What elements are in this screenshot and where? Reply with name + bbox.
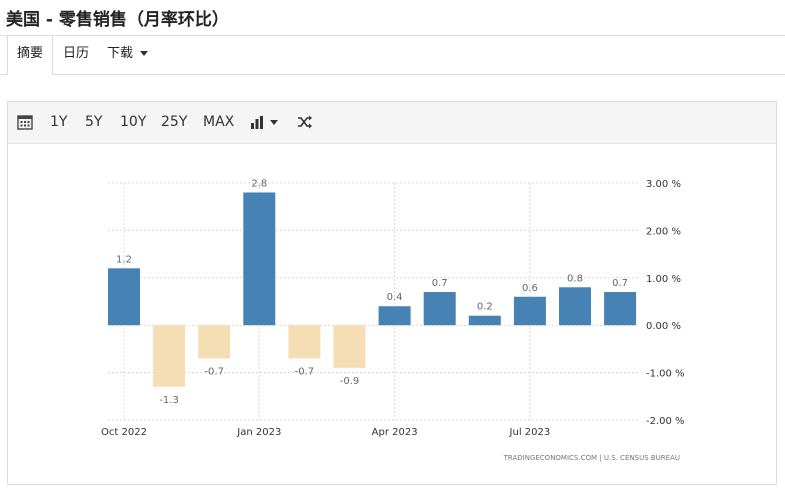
tab-download[interactable]: 下载 [98,36,157,74]
x-tick-label: Jul 2023 [509,427,551,438]
bar [243,192,276,326]
data-label: 0.7 [432,278,448,289]
data-label: 1.2 [116,254,132,265]
chevron-down-icon [140,51,149,56]
tab-bar: 摘要 日历 下载 [0,35,785,75]
tab-summary-label: 摘要 [17,46,44,61]
data-label: 0.6 [522,283,538,294]
bar [559,287,591,326]
chart-panel: 1Y 5Y 10Y 25Y MAX 3.00 % 2.00 % 1.00 % 0.00… [7,101,777,485]
source-label: TRADINGECONOMICS.COM | U.S. CENSUS BUREA… [503,454,680,462]
bar [333,325,366,368]
bar [378,306,411,326]
x-tick-label: Jan 2023 [236,427,281,438]
y-tick-label: -2.00 % [646,416,685,427]
bar [108,268,140,326]
data-label: -0.7 [204,366,224,377]
tab-summary[interactable]: 摘要 [7,36,54,75]
x-tick-label: Apr 2023 [372,427,418,438]
bar [513,296,546,326]
data-label: -1.3 [159,395,179,406]
data-label: 0.4 [387,292,403,303]
page-title: 美国 - 零售销售（月率环比） [6,10,229,30]
bar-chart: 3.00 % 2.00 % 1.00 % 0.00 % -1.00 % -2.00 % Oc… [101,178,685,462]
data-label: 0.7 [612,278,628,289]
y-tick-label: -1.00 % [646,369,685,380]
y-tick-label: 1.00 % [646,274,681,285]
tab-calendar[interactable]: 日历 [54,36,98,74]
x-tick-label: Oct 2022 [101,427,147,438]
tab-calendar-label: 日历 [63,46,90,61]
bar [198,325,231,359]
y-tick-label: 2.00 % [646,226,681,237]
data-label: -0.9 [340,376,360,387]
data-label: 0.2 [477,302,493,313]
y-tick-label: 3.00 % [646,179,681,190]
data-label: 2.8 [251,178,267,189]
data-label: 0.8 [567,273,583,284]
tab-download-label: 下载 [107,46,134,61]
bar [468,315,501,326]
bar [288,325,321,359]
bar [604,292,637,326]
data-label: -0.7 [295,366,315,377]
bar [153,325,186,387]
y-tick-label: 0.00 % [646,321,681,332]
bar [423,292,456,326]
